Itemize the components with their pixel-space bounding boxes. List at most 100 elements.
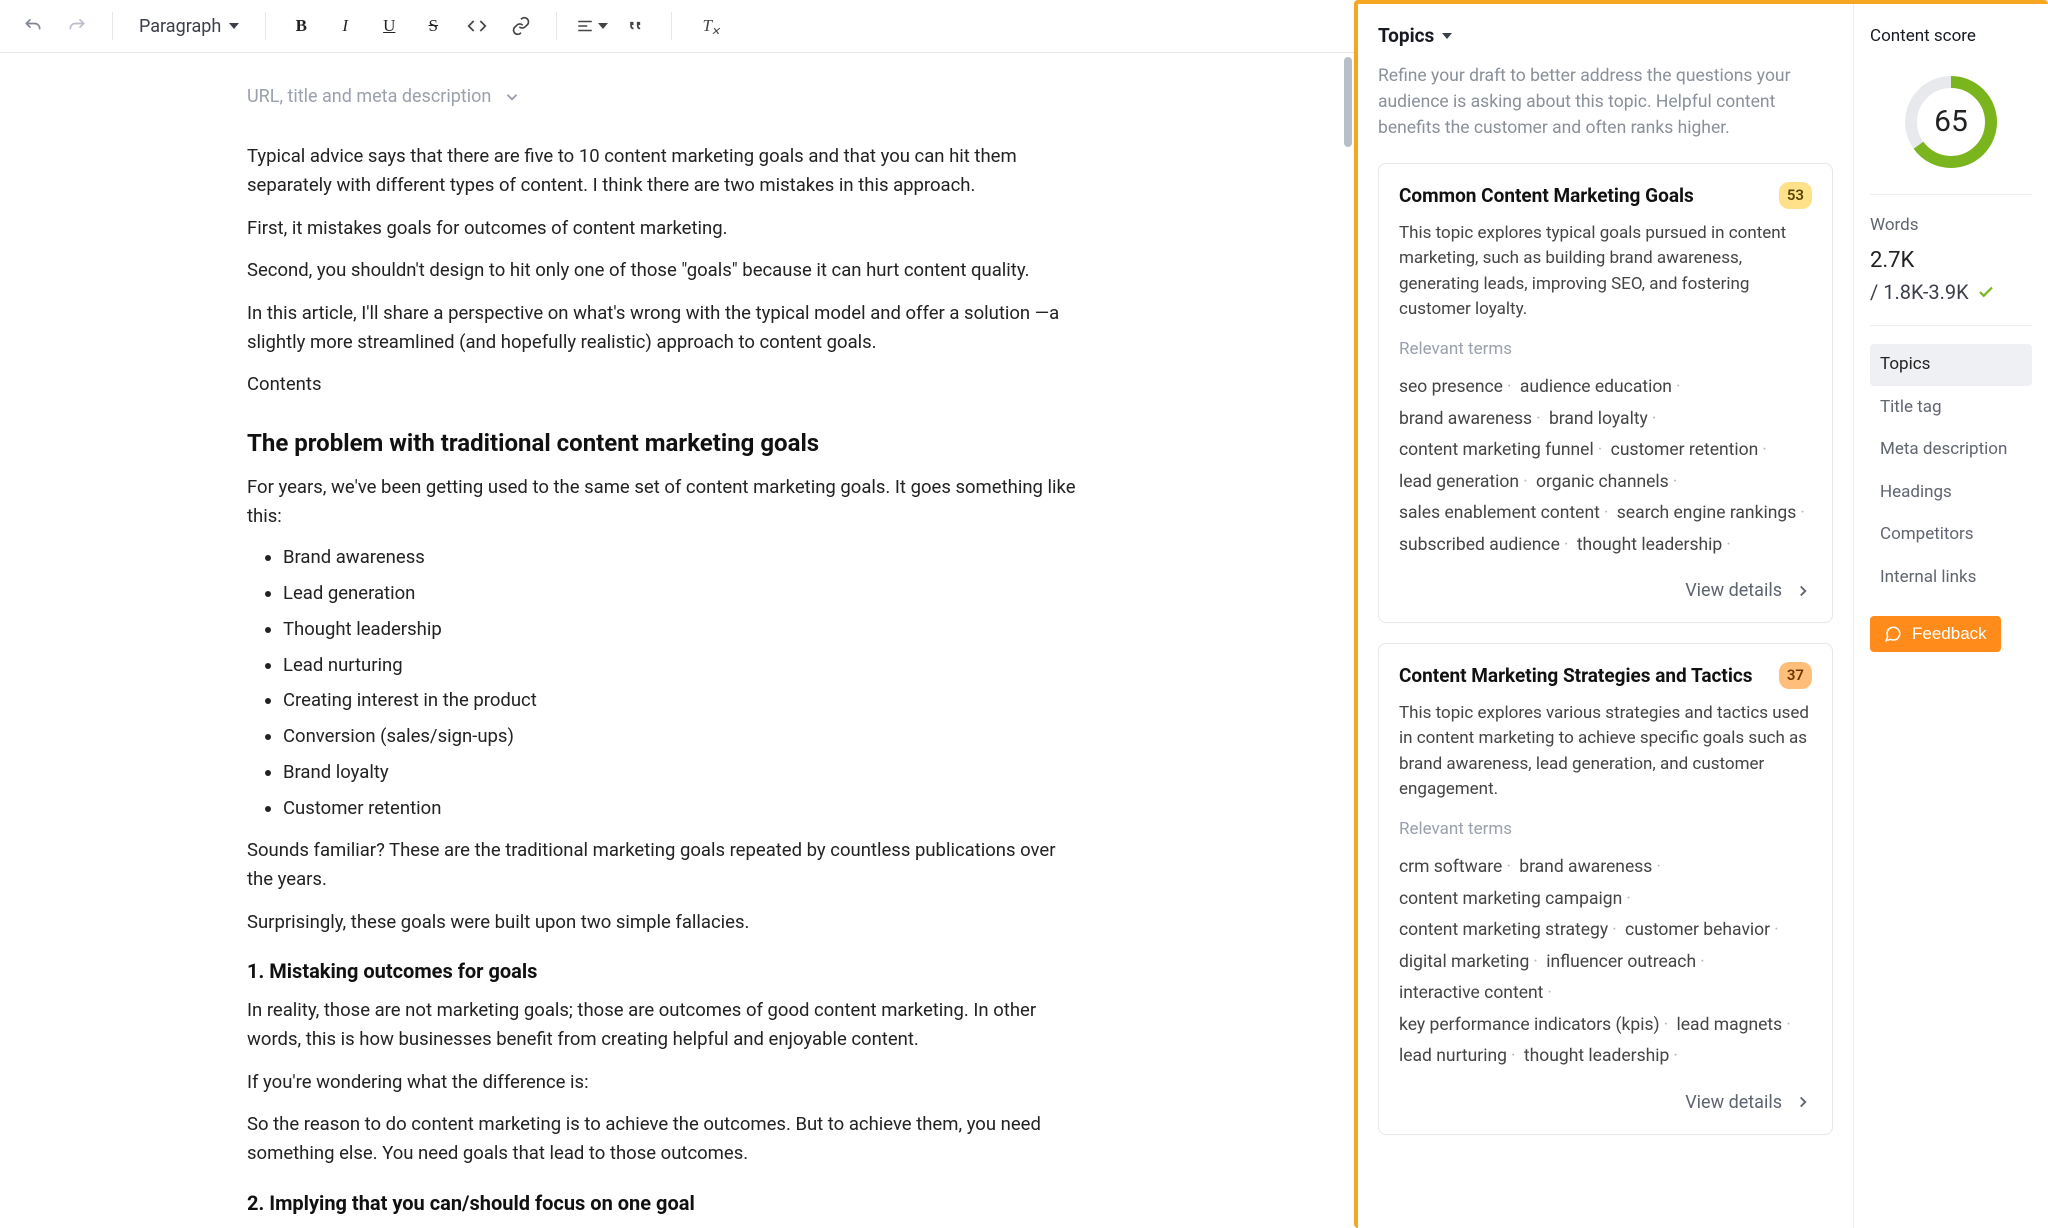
topics-panel: Topics Refine your draft to better addre… (1358, 4, 1853, 1228)
align-button[interactable] (573, 7, 611, 45)
score-panel: Content score 65 Words 2.7K / 1.8K-3.9K (1853, 4, 2048, 1228)
relevant-terms-label: Relevant terms (1399, 817, 1812, 843)
chevron-right-icon (1794, 582, 1812, 600)
view-details-link[interactable]: View details (1399, 577, 1812, 604)
list-item: Thought leadership (283, 616, 1077, 644)
feedback-icon (1884, 625, 1902, 643)
term: sales enablement content (1399, 503, 1600, 523)
bold-button[interactable]: B (282, 7, 320, 45)
list-item: Lead generation (283, 580, 1077, 608)
underline-button[interactable]: U (370, 7, 408, 45)
feedback-label: Feedback (1912, 624, 1987, 644)
topic-score-badge: 53 (1779, 182, 1812, 209)
term: seo presence (1399, 377, 1503, 397)
words-count: 2.7K (1870, 244, 2032, 277)
document-body[interactable]: Typical advice says that there are five … (247, 142, 1077, 1217)
term: content marketing funnel (1399, 440, 1594, 460)
score-nav: TopicsTitle tagMeta descriptionHeadingsC… (1870, 344, 2032, 598)
italic-button[interactable]: I (326, 7, 364, 45)
caret-down-icon (1442, 33, 1452, 39)
paragraph: Typical advice says that there are five … (247, 142, 1077, 199)
term: lead generation (1399, 472, 1519, 492)
caret-down-icon (229, 23, 239, 29)
term: thought leadership (1524, 1046, 1669, 1066)
score-ring: 65 (1903, 74, 1999, 170)
list-item: Brand loyalty (283, 759, 1077, 787)
words-label: Words (1870, 213, 2032, 239)
score-nav-item[interactable]: Meta description (1870, 429, 2032, 471)
score-nav-item[interactable]: Competitors (1870, 514, 2032, 556)
block-style-select[interactable]: Paragraph (129, 7, 249, 46)
term: lead nurturing (1399, 1046, 1507, 1066)
topic-title: Common Content Marketing Goals (1399, 182, 1694, 211)
score-nav-item[interactable]: Headings (1870, 472, 2032, 514)
term: influencer outreach (1546, 952, 1696, 972)
view-details-link[interactable]: View details (1399, 1089, 1812, 1116)
paragraph: Surprisingly, these goals were built upo… (247, 908, 1077, 937)
term: brand awareness (1519, 857, 1652, 877)
terms-list: crm software· brand awareness· content m… (1399, 852, 1812, 1073)
term: subscribed audience (1399, 535, 1560, 555)
score-value: 65 (1903, 74, 1999, 170)
words-range: / 1.8K-3.9K (1870, 277, 1969, 307)
code-icon (467, 16, 487, 36)
term: audience education (1520, 377, 1672, 397)
align-icon (576, 17, 594, 35)
term: key performance indicators (kpis) (1399, 1015, 1660, 1035)
list-item: Conversion (sales/sign-ups) (283, 723, 1077, 751)
term: interactive content (1399, 983, 1543, 1003)
undo-button[interactable] (14, 7, 52, 45)
topics-description: Refine your draft to better address the … (1378, 63, 1833, 142)
blockquote-button[interactable] (617, 7, 655, 45)
term: content marketing strategy (1399, 920, 1608, 940)
heading-3: 2. Implying that you can/should focus on… (247, 1188, 1077, 1218)
term: customer behavior (1625, 920, 1770, 940)
quote-icon (626, 16, 646, 36)
score-nav-item[interactable]: Internal links (1870, 557, 2032, 599)
view-details-label: View details (1685, 577, 1782, 604)
paragraph: In this article, I'll share a perspectiv… (247, 299, 1077, 356)
editor-toolbar: Paragraph B I U S T✕ (0, 0, 1354, 53)
topic-score-badge: 37 (1779, 662, 1812, 689)
paragraph: For years, we've been getting used to th… (247, 473, 1077, 530)
relevant-terms-label: Relevant terms (1399, 337, 1812, 363)
list-item: Customer retention (283, 795, 1077, 823)
code-button[interactable] (458, 7, 496, 45)
paragraph: Second, you shouldn't design to hit only… (247, 256, 1077, 285)
toolbar-separator (556, 12, 557, 40)
editor-scrollbar[interactable] (1344, 53, 1354, 1228)
terms-list: seo presence· audience education· brand … (1399, 372, 1812, 561)
topics-dropdown[interactable]: Topics (1378, 22, 1833, 51)
meta-expand[interactable]: URL, title and meta description (247, 83, 1077, 110)
chevron-down-icon (503, 88, 521, 106)
term: organic channels (1536, 472, 1669, 492)
score-nav-item[interactable]: Title tag (1870, 387, 2032, 429)
chevron-right-icon (1794, 1093, 1812, 1111)
paragraph: If you're wondering what the difference … (247, 1068, 1077, 1097)
strikethrough-button[interactable]: S (414, 7, 452, 45)
paragraph: In reality, those are not marketing goal… (247, 996, 1077, 1053)
topic-description: This topic explores typical goals pursue… (1399, 221, 1812, 323)
view-details-label: View details (1685, 1089, 1782, 1116)
feedback-button[interactable]: Feedback (1870, 616, 2001, 652)
term: customer retention (1611, 440, 1759, 460)
paragraph: Sounds familiar? These are the tradition… (247, 836, 1077, 893)
score-nav-item[interactable]: Topics (1870, 344, 2032, 386)
link-button[interactable] (502, 7, 540, 45)
link-icon (511, 16, 531, 36)
topic-description: This topic explores various strategies a… (1399, 701, 1812, 803)
redo-button[interactable] (58, 7, 96, 45)
term: search engine rankings (1617, 503, 1796, 523)
toolbar-separator (265, 12, 266, 40)
term: brand awareness (1399, 409, 1532, 429)
heading-2: The problem with traditional content mar… (247, 425, 1077, 461)
clear-format-button[interactable]: T✕ (688, 7, 726, 45)
term: digital marketing (1399, 952, 1529, 972)
term: brand loyalty (1549, 409, 1648, 429)
toolbar-separator (671, 12, 672, 40)
topic-title: Content Marketing Strategies and Tactics (1399, 662, 1753, 691)
topics-header-label: Topics (1378, 22, 1434, 51)
topic-card: Content Marketing Strategies and Tactics… (1378, 643, 1833, 1135)
toolbar-separator (112, 12, 113, 40)
term: crm software (1399, 857, 1502, 877)
